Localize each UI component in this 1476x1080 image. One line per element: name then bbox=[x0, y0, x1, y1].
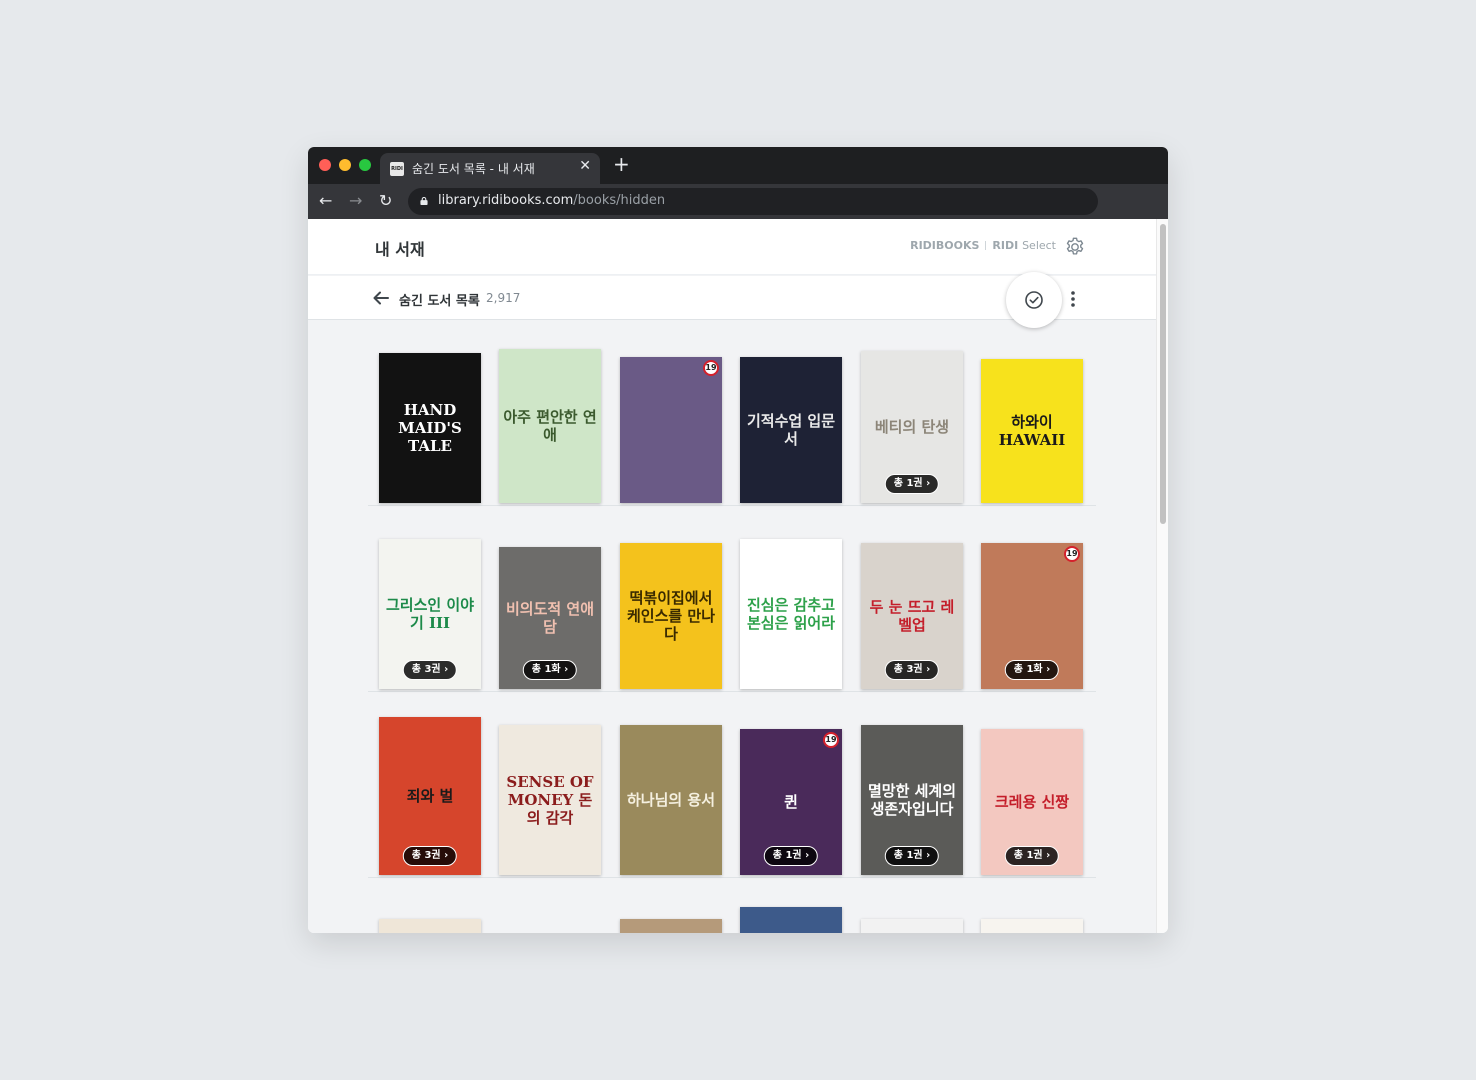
page-content: 내 서재 RIDIBOOKS RIDI Select 숨긴 도서 목록 2,91… bbox=[308, 219, 1168, 933]
reload-icon[interactable]: ↻ bbox=[379, 192, 392, 210]
book-cover-partial[interactable] bbox=[620, 919, 722, 933]
browser-window: RIDI 숨긴 도서 목록 - 내 서재 ✕ + ← → ↻ library.r… bbox=[308, 147, 1168, 933]
list-toolbar: 숨긴 도서 목록 2,917 bbox=[308, 272, 1156, 328]
url-path: /books/hidden bbox=[573, 193, 666, 208]
book-cover[interactable]: 두 눈 뜨고 레벨업총 3권 › bbox=[861, 543, 963, 689]
scroll-thumb[interactable] bbox=[1160, 224, 1166, 524]
book-cover[interactable]: 퀸 19 총 1권 › bbox=[740, 729, 842, 875]
volume-count-badge[interactable]: 총 3권 › bbox=[884, 660, 940, 680]
maximize-window-button[interactable] bbox=[359, 159, 371, 171]
book-title: 기적수업 입문서 bbox=[746, 412, 836, 448]
ridi-logo-text: RIDI bbox=[992, 239, 1019, 252]
book-cover[interactable]: 하나님의 용서 bbox=[620, 725, 722, 875]
select-logo-text: Select bbox=[1022, 239, 1056, 252]
more-vertical-icon[interactable] bbox=[1068, 290, 1078, 308]
book-cover[interactable]: 죄와 벌총 3권 › bbox=[379, 717, 481, 875]
gear-icon[interactable] bbox=[1064, 236, 1086, 258]
arrow-left-icon[interactable] bbox=[372, 289, 390, 307]
page-title: 내 서재 bbox=[375, 240, 425, 259]
brand-divider bbox=[985, 241, 987, 250]
book-cover[interactable]: 진심은 감추고 본심은 읽어라 bbox=[740, 539, 842, 689]
adult-badge: 19 bbox=[1064, 546, 1080, 562]
ridibooks-link[interactable]: RIDIBOOKS bbox=[910, 239, 979, 252]
book-title: 아주 편안한 연애 bbox=[503, 408, 597, 444]
volume-count-badge[interactable]: 총 1화 › bbox=[1004, 660, 1060, 680]
volume-count-badge[interactable]: 총 1권 › bbox=[884, 474, 940, 494]
adult-badge: 19 bbox=[823, 732, 839, 748]
volume-count-badge[interactable]: 총 3권 › bbox=[402, 660, 458, 680]
book-cover-partial[interactable] bbox=[981, 919, 1083, 933]
book-cover[interactable]: 아주 편안한 연애 bbox=[499, 349, 601, 503]
window-controls bbox=[319, 159, 371, 171]
shelf-divider bbox=[368, 691, 1096, 692]
close-window-button[interactable] bbox=[319, 159, 331, 171]
list-title: 숨긴 도서 목록 bbox=[399, 294, 480, 309]
book-cover-partial[interactable] bbox=[740, 907, 842, 933]
book-cover[interactable]: 멸망한 세계의 생존자입니다총 1권 › bbox=[861, 725, 963, 875]
book-cover[interactable]: 19 bbox=[620, 357, 722, 503]
book-title: 하나님의 용서 bbox=[626, 791, 716, 809]
browser-tab[interactable]: RIDI 숨긴 도서 목록 - 내 서재 ✕ bbox=[380, 153, 600, 184]
book-title: 하와이 HAWAII bbox=[998, 413, 1066, 449]
browser-toolbar: ← → ↻ library.ridibooks.com/books/hidden bbox=[308, 184, 1168, 219]
book-cover[interactable]: 떡볶이집에서 케인스를 만나다 bbox=[620, 543, 722, 689]
brand-links: RIDIBOOKS RIDI Select bbox=[910, 239, 1056, 252]
volume-count-badge[interactable]: 총 1권 › bbox=[884, 846, 940, 866]
volume-count-badge[interactable]: 총 3권 › bbox=[402, 846, 458, 866]
tab-bar: RIDI 숨긴 도서 목록 - 내 서재 ✕ + bbox=[308, 147, 1168, 184]
site-header: 내 서재 RIDIBOOKS RIDI Select bbox=[308, 219, 1156, 275]
book-cover[interactable]: HAND MAID'S TALE bbox=[379, 353, 481, 503]
book-cover[interactable]: 기적수업 입문서 bbox=[740, 357, 842, 503]
book-title: 퀸 bbox=[784, 793, 798, 811]
book-cover[interactable]: 하와이 HAWAII bbox=[981, 359, 1083, 503]
book-title: 멸망한 세계의 생존자입니다 bbox=[867, 782, 957, 818]
book-cover[interactable]: 19 총 1화 › bbox=[981, 543, 1083, 689]
url-host: library.ridibooks.com bbox=[438, 193, 574, 208]
book-title: 비의도적 연애담 bbox=[505, 600, 595, 636]
book-title: HAND MAID'S TALE bbox=[398, 401, 462, 455]
book-title: 떡볶이집에서 케인스를 만나다 bbox=[626, 589, 716, 643]
close-tab-icon[interactable]: ✕ bbox=[579, 158, 591, 174]
book-title: SENSE OF MONEY 돈의 감각 bbox=[506, 773, 594, 827]
select-mode-button[interactable] bbox=[1006, 272, 1062, 328]
book-cover[interactable]: 그리스인 이야기 III 총 3권 › bbox=[379, 539, 481, 689]
forward-arrow-icon[interactable]: → bbox=[349, 192, 362, 210]
book-cover-partial[interactable] bbox=[379, 919, 481, 933]
book-title: 베티의 탄생 bbox=[874, 418, 950, 436]
shelf-divider bbox=[368, 505, 1096, 506]
lock-icon bbox=[420, 197, 428, 205]
book-title: 두 눈 뜨고 레벨업 bbox=[869, 598, 955, 634]
book-title: 그리스인 이야기 III bbox=[385, 596, 475, 632]
volume-count-badge[interactable]: 총 1권 › bbox=[1004, 846, 1060, 866]
book-title: 크레용 신짱 bbox=[994, 793, 1070, 811]
minimize-window-button[interactable] bbox=[339, 159, 351, 171]
book-cover[interactable]: 베티의 탄생총 1권 › bbox=[861, 351, 963, 503]
shelf-divider bbox=[368, 877, 1096, 878]
book-cover[interactable]: 비의도적 연애담총 1화 › bbox=[499, 547, 601, 689]
book-title: 죄와 벌 bbox=[406, 787, 454, 805]
volume-count-badge[interactable]: 총 1권 › bbox=[763, 846, 819, 866]
page-scrollbar[interactable] bbox=[1156, 219, 1168, 933]
book-title: 진심은 감추고 본심은 읽어라 bbox=[746, 596, 836, 632]
new-tab-icon[interactable]: + bbox=[613, 154, 630, 174]
book-cover-partial[interactable] bbox=[861, 919, 963, 933]
adult-badge: 19 bbox=[703, 360, 719, 376]
book-cover[interactable]: 크레용 신짱총 1권 › bbox=[981, 729, 1083, 875]
book-cover[interactable]: SENSE OF MONEY 돈의 감각 bbox=[499, 725, 601, 875]
ridiselect-link[interactable]: RIDI Select bbox=[992, 239, 1056, 252]
ridi-favicon-icon: RIDI bbox=[390, 162, 404, 176]
back-arrow-icon[interactable]: ← bbox=[319, 192, 332, 210]
volume-count-badge[interactable]: 총 1화 › bbox=[522, 660, 578, 680]
url-text: library.ridibooks.com/books/hidden bbox=[438, 193, 665, 208]
book-count: 2,917 bbox=[486, 291, 521, 305]
address-bar[interactable]: library.ridibooks.com/books/hidden bbox=[408, 188, 1098, 215]
check-circle-icon bbox=[1025, 291, 1043, 309]
tab-title: 숨긴 도서 목록 - 내 서재 bbox=[412, 162, 535, 176]
